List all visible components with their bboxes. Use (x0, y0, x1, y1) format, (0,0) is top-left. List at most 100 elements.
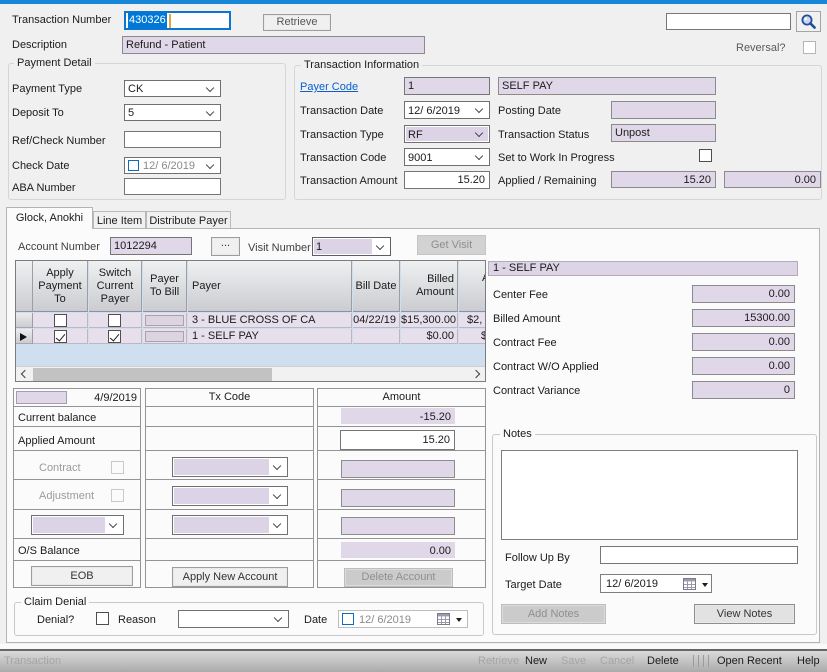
adjustment-label: Adjustment (39, 490, 94, 503)
tab-line-item[interactable]: Line Item (93, 211, 146, 229)
retrieve-button[interactable]: Retrieve (263, 14, 331, 31)
transaction-type-combo[interactable]: RF (404, 125, 490, 143)
grid-cell-clipped-amount[interactable]: $2, (459, 313, 486, 328)
window-accent-strip (0, 0, 827, 4)
get-visit-button[interactable]: Get Visit (417, 235, 486, 255)
current-balance-field: -15.20 (341, 408, 455, 424)
transaction-code-combo[interactable]: 9001 (404, 148, 490, 166)
apply-checkbox[interactable] (54, 330, 67, 343)
other-code-combo[interactable] (31, 515, 124, 535)
grid-cell-billed-amount[interactable]: $15,300.00 (401, 313, 458, 328)
contract-checkbox[interactable] (111, 461, 124, 474)
grid-cell-apply[interactable] (33, 313, 88, 328)
statusbar-help[interactable]: Help (797, 654, 820, 668)
grid-header-payer-to-bill[interactable]: Payer To Bill (143, 261, 187, 312)
search-button[interactable] (796, 11, 821, 32)
ref-check-number-input[interactable] (124, 131, 221, 148)
grid-cell-payer[interactable]: 3 - BLUE CROSS OF CA (188, 313, 352, 328)
transaction-amount-input[interactable]: 15.20 (404, 171, 490, 189)
grid-row-selector[interactable] (16, 313, 33, 328)
billed-amount-field: 15300.00 (692, 309, 795, 327)
grid-cell-switch[interactable] (89, 329, 142, 344)
transaction-date-picker[interactable]: 12/ 6/2019 (404, 101, 490, 119)
payer-name-field: SELF PAY (498, 77, 716, 95)
grid-cell-bill-date[interactable]: 04/22/19 (353, 313, 400, 328)
check-date-label: Check Date (12, 160, 69, 173)
statusbar-retrieve[interactable]: Retrieve (478, 654, 519, 668)
grid-header-payer[interactable]: Payer (188, 261, 352, 312)
application-date-header: 4/9/2019 (94, 392, 137, 405)
other-amount-field[interactable] (341, 517, 455, 535)
denial-date-value: 12/ 6/2019 (359, 613, 411, 627)
payment-type-combo[interactable]: CK (124, 80, 221, 97)
grid-cell-bill-date[interactable] (353, 329, 400, 344)
aba-number-input[interactable] (124, 178, 221, 195)
grid-header-apply[interactable]: Apply Payment To (33, 261, 88, 312)
switch-checkbox[interactable] (108, 314, 121, 327)
statusbar-cancel[interactable]: Cancel (600, 654, 634, 668)
payer-code-link[interactable]: Payer Code (300, 81, 358, 94)
statusbar-open-recent[interactable]: Open Recent (717, 654, 782, 668)
payer-to-bill-box (145, 315, 184, 326)
grid-horizontal-scrollbar[interactable] (16, 366, 485, 381)
contract-amount-field[interactable] (341, 460, 455, 478)
contract-txcode-combo[interactable] (172, 457, 288, 477)
switch-checkbox[interactable] (108, 330, 121, 343)
scroll-right-icon[interactable] (472, 370, 480, 378)
scroll-left-icon[interactable] (21, 370, 29, 378)
add-notes-button[interactable]: Add Notes (501, 604, 606, 624)
ellipsis-button[interactable]: ... (211, 237, 240, 256)
adjustment-checkbox[interactable] (111, 489, 124, 502)
denial-label: Denial? (37, 614, 74, 627)
other-txcode-combo[interactable] (172, 515, 288, 535)
grid-header-billed-amount[interactable]: Billed Amount (401, 261, 458, 312)
notes-textarea[interactable] (501, 450, 798, 540)
combo-fill (174, 517, 269, 533)
grid-cell-payer-to-bill[interactable] (143, 329, 187, 344)
transaction-number-input[interactable]: 430326 (124, 11, 231, 30)
denial-checkbox[interactable] (96, 612, 109, 625)
grid-header-switch[interactable]: Switch Current Payer (89, 261, 142, 312)
scrollbar-thumb[interactable] (33, 368, 272, 381)
grid-cell-switch[interactable] (89, 313, 142, 328)
apply-new-account-button[interactable]: Apply New Account (172, 567, 288, 587)
combo-fill (174, 459, 269, 475)
denial-date-picker[interactable]: 12/ 6/2019 (338, 610, 468, 628)
grid-cell-billed-amount[interactable]: $0.00 (401, 329, 458, 344)
transaction-date-value: 12/ 6/2019 (408, 104, 460, 118)
contract-fee-field: 0.00 (692, 333, 795, 351)
deposit-to-combo[interactable]: 5 (124, 104, 221, 121)
grid-header-bill-date[interactable]: Bill Date (353, 261, 400, 312)
delete-account-button[interactable]: Delete Account (344, 568, 453, 587)
statusbar-delete[interactable]: Delete (647, 654, 679, 668)
transaction-window: { "header": { "transaction_number_label"… (0, 0, 827, 672)
grid-row-selector-current[interactable] (16, 329, 33, 344)
target-date-picker[interactable]: 12/ 6/2019 (600, 574, 712, 593)
grid-cell-apply[interactable] (33, 329, 88, 344)
tab-glock-anokhi[interactable]: Glock, Anokhi (6, 207, 93, 229)
statusbar-save[interactable]: Save (561, 654, 586, 668)
adjustment-txcode-combo[interactable] (172, 486, 288, 506)
grid-cell-clipped-amount[interactable]: $ (459, 329, 486, 344)
check-date-picker[interactable]: 12/ 6/2019 (124, 157, 221, 174)
applied-amount-label: Applied Amount (18, 435, 95, 448)
applied-amount-input[interactable]: 15.20 (340, 430, 455, 450)
follow-up-by-input[interactable] (600, 546, 798, 564)
grid-cell-payer-to-bill[interactable] (143, 313, 187, 328)
visit-number-combo[interactable]: 1 (312, 237, 391, 256)
reversal-checkbox[interactable] (803, 41, 816, 54)
search-input[interactable] (666, 13, 791, 30)
eob-button[interactable]: EOB (31, 566, 133, 586)
view-notes-button[interactable]: View Notes (694, 604, 795, 624)
reason-combo[interactable] (178, 610, 289, 628)
adjustment-amount-field[interactable] (341, 489, 455, 507)
apply-checkbox[interactable] (54, 314, 67, 327)
wip-checkbox[interactable] (699, 149, 712, 162)
tab-distribute-payer[interactable]: Distribute Payer (146, 211, 231, 229)
grid-header-clipped[interactable]: A (459, 261, 486, 312)
check-date-checkbox[interactable] (128, 160, 139, 171)
grid-cell-payer[interactable]: 1 - SELF PAY (188, 329, 352, 344)
reversal-label: Reversal? (736, 42, 786, 55)
denial-date-checkbox[interactable] (342, 613, 354, 625)
statusbar-new[interactable]: New (525, 654, 547, 668)
